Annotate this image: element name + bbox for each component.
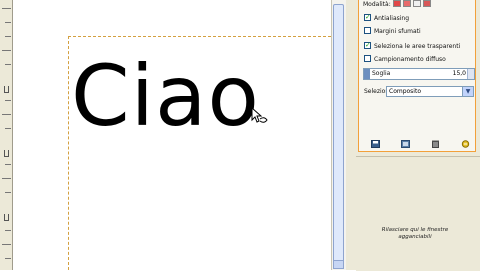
ruler-number-mark <box>1 150 10 157</box>
mode-subtract-button[interactable] <box>413 0 421 7</box>
layer-boundary-top <box>68 36 331 37</box>
feather-edges-label: Margini sfumati <box>374 28 421 35</box>
sample-merged-label: Campionamento diffuso <box>374 56 446 63</box>
dock-separator <box>346 0 356 270</box>
tool-options-dock: Modalità: ✓ Antialiasing Margini sfumati… <box>356 0 480 271</box>
image-canvas[interactable]: Ciao <box>13 0 331 270</box>
select-transparent-checkbox[interactable]: ✓ <box>364 42 371 49</box>
threshold-slider-fill <box>364 69 370 79</box>
ruler-number-mark <box>1 86 10 93</box>
tool-options-footer <box>367 140 479 150</box>
canvas-text: Ciao <box>71 47 260 145</box>
mode-intersect-button[interactable] <box>423 0 431 7</box>
mode-add-button[interactable] <box>403 0 411 7</box>
ruler-tick <box>2 114 11 115</box>
reset-icon[interactable] <box>461 140 470 148</box>
select-by-value: Composito <box>389 88 422 95</box>
ruler-tick <box>5 100 11 101</box>
antialiasing-checkbox[interactable]: ✓ <box>364 14 371 21</box>
ruler-tick <box>2 8 11 9</box>
ruler-tick <box>5 258 11 259</box>
text-cursor-icon <box>251 106 268 123</box>
scrollbar-thumb[interactable] <box>333 4 344 262</box>
chevron-down-icon[interactable]: ▼ <box>462 87 473 96</box>
select-by-dropdown[interactable]: Composito ▼ <box>386 86 474 97</box>
ruler-tick <box>2 50 11 51</box>
mode-replace-button[interactable] <box>393 0 401 7</box>
threshold-label: Soglia <box>372 70 391 77</box>
sample-merged-checkbox[interactable] <box>364 55 371 62</box>
scroll-down-button[interactable] <box>333 260 344 269</box>
antialiasing-label: Antialiasing <box>374 15 410 22</box>
threshold-value: 15,0 <box>452 70 466 77</box>
ruler-number-mark <box>1 214 10 221</box>
ruler-tick <box>2 178 11 179</box>
dock-hint-text: Rilasciare qui le finestre agganciabili <box>381 227 449 240</box>
feather-edges-checkbox[interactable] <box>364 27 371 34</box>
tool-options-panel: Modalità: ✓ Antialiasing Margini sfumati… <box>358 0 476 152</box>
select-transparent-label: Seleziona le aree trasparenti <box>374 43 461 50</box>
ruler-tick <box>5 64 11 65</box>
ruler-tick <box>5 22 11 23</box>
mode-label: Modalità: <box>363 1 391 8</box>
threshold-slider[interactable]: Soglia 15,0 <box>363 68 475 80</box>
save-icon[interactable] <box>371 140 380 148</box>
vertical-scrollbar[interactable] <box>331 0 346 270</box>
ruler-tick <box>2 244 11 245</box>
ruler-tick <box>5 36 11 37</box>
restore-icon[interactable] <box>401 140 410 148</box>
vertical-ruler[interactable] <box>0 0 13 270</box>
threshold-spin-button[interactable] <box>467 69 474 79</box>
ruler-tick <box>5 230 11 231</box>
empty-dock-area[interactable]: Rilasciare qui le finestre agganciabili <box>356 156 480 271</box>
layer-boundary-left <box>68 36 69 270</box>
ruler-tick <box>5 164 11 165</box>
ruler-tick <box>5 128 11 129</box>
ruler-tick <box>5 192 11 193</box>
delete-icon[interactable] <box>431 140 440 148</box>
